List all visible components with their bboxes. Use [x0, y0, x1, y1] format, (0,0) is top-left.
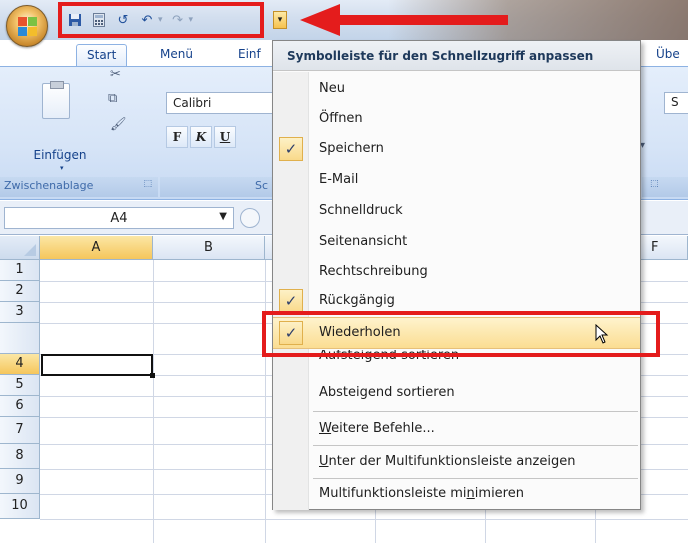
- row-header-4[interactable]: 4: [0, 354, 40, 375]
- menu-title: Symbolleiste für den Schnellzugriff anpa…: [273, 41, 640, 71]
- dialog-launcher-icon-2[interactable]: ⬚: [650, 179, 659, 189]
- customize-qat-menu: Symbolleiste für den Schnellzugriff anpa…: [272, 40, 641, 510]
- menu-item-rueckgaengig[interactable]: ✓ Rückgängig: [273, 286, 640, 316]
- underline-button[interactable]: U: [214, 126, 236, 148]
- row-header-3b: [0, 323, 40, 354]
- office-logo-icon: [18, 17, 38, 37]
- right-group-caption: ⬚: [642, 177, 688, 197]
- menu-item-label: Seitenansicht: [319, 234, 408, 249]
- select-all-corner[interactable]: [0, 236, 40, 260]
- menu-separator: [313, 411, 638, 412]
- menu-item-rechtschreibung[interactable]: Rechtschreibung: [273, 257, 640, 287]
- office-button[interactable]: [6, 5, 48, 47]
- name-box[interactable]: A4 ▼: [4, 207, 234, 229]
- column-header-b[interactable]: B: [153, 236, 265, 260]
- menu-item-label: Neu: [319, 81, 345, 96]
- row-header-3[interactable]: 3: [0, 302, 40, 323]
- menu-item-wiederholen[interactable]: ✓ Wiederholen: [273, 317, 640, 349]
- checkmark-icon: ✓: [279, 137, 303, 161]
- undo-icon[interactable]: ↺: [114, 11, 132, 29]
- row-header-5[interactable]: 5: [0, 375, 40, 396]
- quick-access-toolbar: ↺ ↶ ▾ ↷ ▾: [58, 8, 201, 32]
- cut-icon[interactable]: ✂: [110, 67, 121, 82]
- menu-item-label: Rückgängig: [319, 293, 395, 308]
- menu-item-label: Unter der Multifunktionsleiste anzeigen: [319, 454, 576, 469]
- menu-item-label: Multifunktionsleiste minimieren: [319, 486, 524, 501]
- checkmark-icon: ✓: [279, 289, 303, 313]
- menu-item-minimieren[interactable]: Multifunktionsleiste minimieren: [273, 479, 640, 509]
- partial-field-text: S: [671, 95, 679, 109]
- menu-item-weitere-befehle[interactable]: Weitere Befehle...: [273, 414, 640, 444]
- menu-item-label: Speichern: [319, 141, 384, 156]
- chevron-down-icon: ▾: [277, 15, 283, 25]
- redo-dropdown-icon[interactable]: ▾: [189, 15, 194, 25]
- menu-item-neu[interactable]: Neu: [273, 74, 640, 104]
- row-header-2[interactable]: 2: [0, 281, 40, 302]
- paste-label: Einfügen: [33, 148, 87, 162]
- red-arrow-icon: [300, 4, 508, 36]
- customize-qat-button[interactable]: ▾: [273, 11, 287, 29]
- row-header-9[interactable]: 9: [0, 469, 40, 494]
- italic-button[interactable]: K: [190, 126, 212, 148]
- menu-item-aufsteigend-sortieren[interactable]: Aufsteigend sortieren: [273, 350, 640, 370]
- paste-dropdown-icon[interactable]: ▾: [60, 164, 64, 172]
- row-header-8[interactable]: 8: [0, 444, 40, 469]
- partial-field-right[interactable]: S: [664, 92, 688, 114]
- copy-icon[interactable]: ⧉: [108, 91, 117, 106]
- menu-item-label: Schnelldruck: [319, 203, 403, 218]
- name-box-dropdown-icon[interactable]: ▼: [219, 211, 227, 222]
- save-icon[interactable]: [66, 11, 84, 29]
- tab-einfuegen[interactable]: Einf: [228, 44, 271, 66]
- format-painter-icon[interactable]: 🖌: [110, 117, 127, 132]
- menu-item-email[interactable]: E-Mail: [273, 165, 640, 195]
- clipboard-caption: Zwischenablage: [4, 179, 94, 192]
- menu-item-seitenansicht[interactable]: Seitenansicht: [273, 227, 640, 257]
- clipboard-icon: [42, 81, 70, 119]
- checkmark-icon: ✓: [279, 321, 303, 345]
- menu-item-label: Öffnen: [319, 111, 363, 126]
- menu-item-oeffnen[interactable]: Öffnen: [273, 104, 640, 134]
- selected-cell-a4[interactable]: [41, 354, 155, 378]
- menu-item-label: Rechtschreibung: [319, 264, 428, 279]
- menu-item-label: Absteigend sortieren: [319, 385, 455, 400]
- row-header-6[interactable]: 6: [0, 396, 40, 417]
- grid-line: [40, 519, 688, 520]
- calculator-icon[interactable]: [90, 11, 108, 29]
- font-caption: Sc: [254, 179, 268, 192]
- font-group-caption: Sc: [160, 177, 272, 197]
- font-name-field[interactable]: Calibri: [166, 92, 276, 114]
- bold-button[interactable]: F: [166, 126, 188, 148]
- clipboard-group-caption: Zwischenablage ⬚: [0, 177, 158, 197]
- redo-icon[interactable]: ↷: [169, 11, 187, 29]
- menu-item-label: E-Mail: [319, 172, 359, 187]
- menu-item-schnelldruck[interactable]: Schnelldruck: [273, 196, 640, 226]
- undo-dropdown-icon[interactable]: ▾: [158, 15, 163, 25]
- undo-arrow-icon[interactable]: ↶: [138, 11, 156, 29]
- column-header-a[interactable]: A: [40, 236, 153, 260]
- paste-button[interactable]: Einfügen ▾: [30, 81, 86, 172]
- row-header-7[interactable]: 7: [0, 417, 40, 444]
- menu-item-label: Aufsteigend sortieren: [319, 350, 460, 363]
- formula-bar-handle-icon[interactable]: [240, 208, 260, 228]
- row-header-10[interactable]: 10: [0, 494, 40, 519]
- menu-separator: [313, 445, 638, 446]
- row-header-1[interactable]: 1: [0, 260, 40, 281]
- mouse-cursor-icon: [595, 324, 609, 344]
- menu-item-label: Weitere Befehle...: [319, 421, 435, 436]
- menu-item-label: Wiederholen: [319, 325, 401, 340]
- tab-start[interactable]: Start: [76, 44, 128, 66]
- menu-item-unter-multifunktionsleiste[interactable]: Unter der Multifunktionsleiste anzeigen: [273, 447, 640, 477]
- tab-ueberpruefen[interactable]: Übe: [646, 44, 688, 66]
- menu-item-absteigend-sortieren[interactable]: Absteigend sortieren: [273, 378, 640, 408]
- column-header-f-label: F: [651, 240, 659, 255]
- dialog-launcher-icon[interactable]: ⬚: [143, 179, 152, 189]
- font-format-row: F K U: [166, 126, 236, 148]
- menu-item-speichern[interactable]: ✓ Speichern: [273, 134, 640, 164]
- tab-menu[interactable]: Menü: [150, 44, 203, 66]
- name-box-value: A4: [110, 211, 128, 226]
